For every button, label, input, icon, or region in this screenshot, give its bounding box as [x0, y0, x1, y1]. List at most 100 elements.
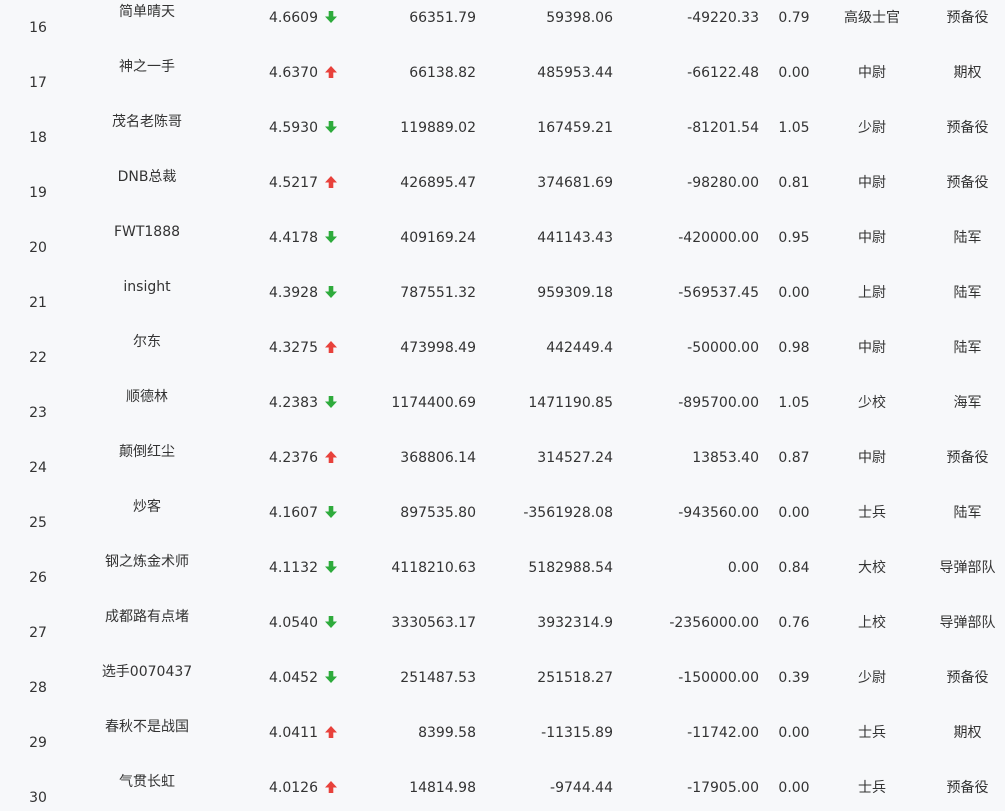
- value-1-cell: 3330563.17: [391, 615, 476, 631]
- player-name[interactable]: 炒客: [88, 498, 206, 516]
- table-row[interactable]: 20 FWT1888 4.4178 409169.24 441143.43 -420000…: [0, 220, 1005, 275]
- level-cell: 高级士官: [844, 10, 900, 26]
- ratio-cell: 0.79: [778, 10, 810, 26]
- score-cell: 4.0452: [269, 670, 318, 686]
- value-2-cell: 3932314.9: [537, 615, 613, 631]
- rank-cell: 19: [29, 185, 47, 201]
- type-cell: 期权: [953, 725, 982, 741]
- rank-cell: 21: [29, 295, 47, 311]
- value-3-cell: -2356000.00: [669, 615, 759, 631]
- type-cell: 预备役: [946, 175, 989, 191]
- table-row[interactable]: 17 神之一手 4.6370 66138.82 485953.44 -66122.48 0.…: [0, 55, 1005, 110]
- level-cell: 大校: [858, 560, 886, 576]
- table-row[interactable]: 19 DNB总裁 4.5217 426895.47 374681.69 -98280.00…: [0, 165, 1005, 220]
- player-name[interactable]: 春秋不是战国: [88, 718, 206, 736]
- type-cell: 陆军: [953, 505, 982, 521]
- value-2-cell: 374681.69: [537, 175, 613, 191]
- value-3-cell: -50000.00: [687, 340, 759, 356]
- table-row[interactable]: 24 颠倒红尘 4.2376 368806.14 314527.24 13853.40 0.…: [0, 440, 1005, 495]
- score-cell: 4.5217: [269, 175, 318, 191]
- table-row[interactable]: 27 成都路有点堵 4.0540 3330563.17 3932314.9 -235600…: [0, 605, 1005, 660]
- table-row[interactable]: 30 气贯长虹 4.0126 14814.98 -9744.44 -17905.00 0.0…: [0, 770, 1005, 811]
- level-cell: 中尉: [858, 65, 886, 81]
- value-2-cell: -9744.44: [550, 780, 613, 796]
- rank-cell: 25: [29, 515, 47, 531]
- level-cell: 少尉: [858, 670, 886, 686]
- table-row[interactable]: 21 insight 4.3928 787551.32 959309.18 -569537…: [0, 275, 1005, 330]
- rank-cell: 23: [29, 405, 47, 421]
- table-row[interactable]: 29 春秋不是战国 4.0411 8399.58 -11315.89 -11742.00 0…: [0, 715, 1005, 770]
- player-name[interactable]: DNB总裁: [88, 168, 206, 186]
- player-name[interactable]: 颠倒红尘: [88, 443, 206, 461]
- value-3-cell: -569537.45: [678, 285, 759, 301]
- value-3-cell: -81201.54: [687, 120, 759, 136]
- level-cell: 中尉: [858, 340, 886, 356]
- player-name[interactable]: 钢之炼金术师: [88, 553, 206, 571]
- player-name[interactable]: 茂名老陈哥: [88, 113, 206, 131]
- value-3-cell: -11742.00: [687, 725, 759, 741]
- player-name[interactable]: 成都路有点堵: [88, 608, 206, 626]
- level-cell: 上尉: [858, 285, 886, 301]
- arrow-up-icon: [324, 450, 340, 466]
- arrow-down-icon: [324, 10, 340, 26]
- table-row[interactable]: 25 炒客 4.1607 897535.80 -3561928.08 -943560.00…: [0, 495, 1005, 550]
- arrow-up-icon: [324, 780, 340, 796]
- rank-cell: 27: [29, 625, 47, 641]
- rank-cell: 29: [29, 735, 47, 751]
- value-3-cell: -150000.00: [678, 670, 759, 686]
- player-name[interactable]: 选手0070437: [88, 663, 206, 681]
- value-2-cell: -11315.89: [541, 725, 613, 741]
- value-2-cell: 5182988.54: [528, 560, 613, 576]
- value-3-cell: 0.00: [727, 560, 759, 576]
- score-cell: 4.0540: [269, 615, 318, 631]
- rank-cell: 16: [29, 20, 47, 36]
- ratio-cell: 0.00: [778, 505, 810, 521]
- value-2-cell: -3561928.08: [523, 505, 613, 521]
- type-cell: 导弹部队: [939, 615, 996, 631]
- score-cell: 4.2383: [269, 395, 318, 411]
- arrow-down-icon: [324, 285, 340, 301]
- value-2-cell: 314527.24: [537, 450, 613, 466]
- rank-cell: 18: [29, 130, 47, 146]
- table-row[interactable]: 23 顺德林 4.2383 1174400.69 1471190.85 -895700.0…: [0, 385, 1005, 440]
- score-cell: 4.4178: [269, 230, 318, 246]
- table-row[interactable]: 22 尔东 4.3275 473998.49 442449.4 -50000.00 0.98…: [0, 330, 1005, 385]
- table-row[interactable]: 26 钢之炼金术师 4.1132 4118210.63 5182988.54 0.00 0.…: [0, 550, 1005, 605]
- type-cell: 海军: [953, 395, 982, 411]
- player-name[interactable]: 神之一手: [88, 58, 206, 76]
- player-name[interactable]: insight: [88, 278, 206, 296]
- ranking-table: 16 简单晴天 4.6609 66351.79 59398.06 -49220.33 0.7…: [0, 0, 1005, 811]
- rank-cell: 20: [29, 240, 47, 256]
- value-3-cell: 13853.40: [692, 450, 759, 466]
- table-row[interactable]: 16 简单晴天 4.6609 66351.79 59398.06 -49220.33 0.7…: [0, 0, 1005, 55]
- value-2-cell: 1471190.85: [528, 395, 613, 411]
- value-1-cell: 66351.79: [409, 10, 476, 26]
- score-cell: 4.5930: [269, 120, 318, 136]
- arrow-up-icon: [324, 65, 340, 81]
- player-name[interactable]: 简单晴天: [88, 3, 206, 21]
- type-cell: 陆军: [953, 340, 982, 356]
- type-cell: 预备役: [946, 450, 989, 466]
- player-name[interactable]: 尔东: [88, 333, 206, 351]
- player-name[interactable]: 顺德林: [88, 388, 206, 406]
- table-row[interactable]: 28 选手0070437 4.0452 251487.53 251518.27 -1500…: [0, 660, 1005, 715]
- score-cell: 4.3275: [269, 340, 318, 356]
- arrow-down-icon: [324, 670, 340, 686]
- level-cell: 中尉: [858, 450, 886, 466]
- player-name[interactable]: 气贯长虹: [88, 773, 206, 791]
- ratio-cell: 0.98: [778, 340, 810, 356]
- type-cell: 期权: [953, 65, 982, 81]
- table-row[interactable]: 18 茂名老陈哥 4.5930 119889.02 167459.21 -81201.54…: [0, 110, 1005, 165]
- value-2-cell: 485953.44: [537, 65, 613, 81]
- arrow-down-icon: [324, 395, 340, 411]
- score-cell: 4.6609: [269, 10, 318, 26]
- score-cell: 4.0126: [269, 780, 318, 796]
- ratio-cell: 0.81: [778, 175, 810, 191]
- player-name[interactable]: FWT1888: [88, 223, 206, 241]
- ratio-cell: 0.00: [778, 725, 810, 741]
- type-cell: 导弹部队: [939, 560, 996, 576]
- score-cell: 4.2376: [269, 450, 318, 466]
- type-cell: 预备役: [946, 780, 989, 796]
- value-2-cell: 251518.27: [537, 670, 613, 686]
- value-1-cell: 426895.47: [400, 175, 476, 191]
